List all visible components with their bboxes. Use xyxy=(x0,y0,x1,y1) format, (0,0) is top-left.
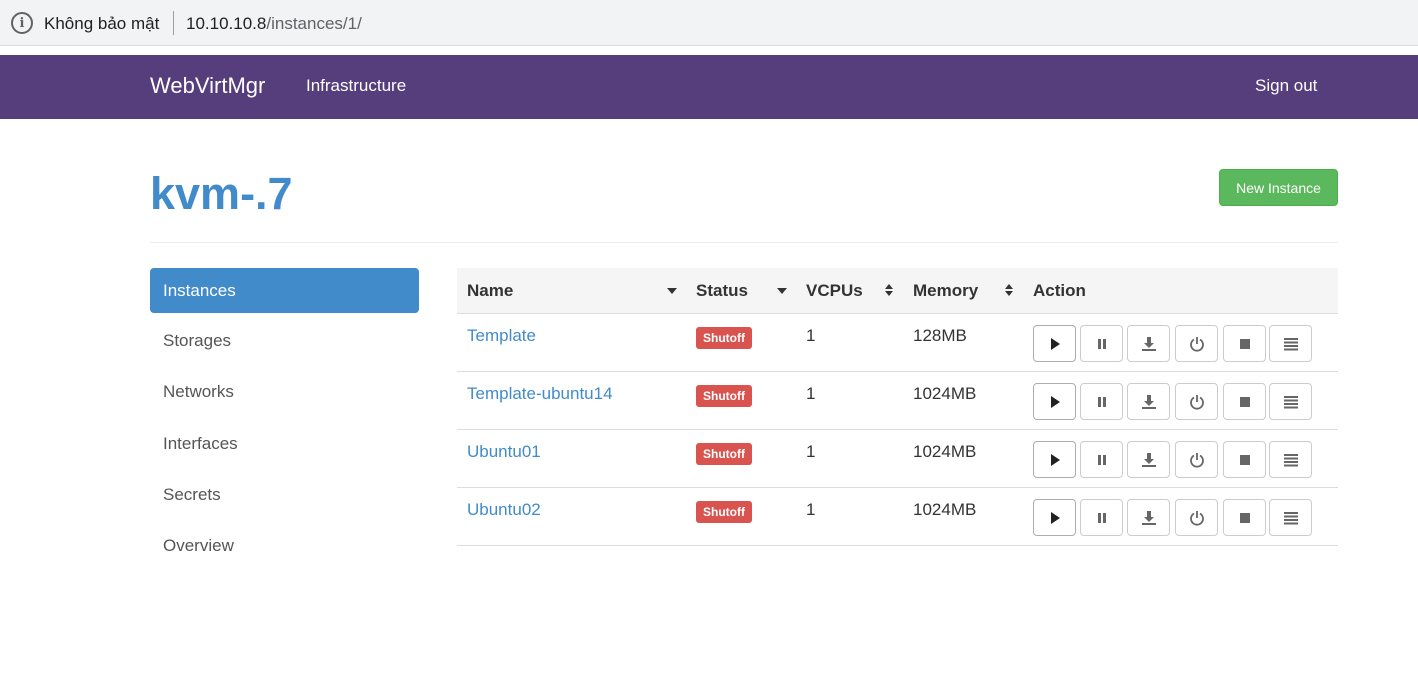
sidebar-item-interfaces[interactable]: Interfaces xyxy=(150,421,419,466)
status-badge: Shutoff xyxy=(696,385,752,407)
power-button[interactable] xyxy=(1175,499,1218,536)
download-button[interactable] xyxy=(1127,441,1170,478)
page-title: kvm-.7 xyxy=(150,168,293,219)
pause-button[interactable] xyxy=(1080,383,1123,420)
info-icon[interactable]: i xyxy=(11,12,33,34)
stop-button[interactable] xyxy=(1223,383,1266,420)
browser-address-bar: i Không bảo mật 10.10.10.8/instances/1/ xyxy=(0,0,1418,46)
power-icon xyxy=(1189,510,1205,526)
stop-icon xyxy=(1239,396,1251,408)
download-button[interactable] xyxy=(1127,499,1170,536)
download-button[interactable] xyxy=(1127,383,1170,420)
power-icon xyxy=(1189,452,1205,468)
url-path: /instances/1/ xyxy=(266,14,362,33)
list-button[interactable] xyxy=(1269,441,1312,478)
play-icon xyxy=(1048,337,1062,351)
vcpus-value: 1 xyxy=(806,442,816,461)
column-header-memory[interactable]: Memory xyxy=(913,281,978,301)
download-icon xyxy=(1141,510,1157,526)
instance-name-link[interactable]: Template xyxy=(467,326,536,346)
list-button[interactable] xyxy=(1269,383,1312,420)
table-row: Ubuntu02 Shutoff 1 1024MB xyxy=(457,488,1338,546)
address-separator xyxy=(173,11,174,35)
column-header-action: Action xyxy=(1033,281,1086,300)
memory-value: 1024MB xyxy=(913,500,977,519)
power-button[interactable] xyxy=(1175,325,1218,362)
play-button[interactable] xyxy=(1033,325,1076,362)
pause-button[interactable] xyxy=(1080,499,1123,536)
stop-button[interactable] xyxy=(1223,325,1266,362)
pause-button[interactable] xyxy=(1080,325,1123,362)
pause-icon xyxy=(1096,454,1108,466)
column-header-vcpus[interactable]: VCPUs xyxy=(806,281,863,301)
nav-link-infrastructure[interactable]: Infrastructure xyxy=(306,76,406,96)
sort-caret-icon[interactable] xyxy=(667,288,677,294)
vcpus-value: 1 xyxy=(806,500,816,519)
memory-value: 1024MB xyxy=(913,442,977,461)
vcpus-value: 1 xyxy=(806,326,816,345)
header-divider xyxy=(150,242,1338,243)
table-row: Ubuntu01 Shutoff 1 1024MB xyxy=(457,430,1338,488)
stop-icon xyxy=(1239,512,1251,524)
list-button[interactable] xyxy=(1269,325,1312,362)
pause-icon xyxy=(1096,396,1108,408)
top-navbar: WebVirtMgr Infrastructure Sign out xyxy=(0,55,1418,119)
sign-out-link[interactable]: Sign out xyxy=(1255,76,1317,96)
play-icon xyxy=(1048,511,1062,525)
sort-caret-icon[interactable] xyxy=(777,288,787,294)
stop-button[interactable] xyxy=(1223,441,1266,478)
list-button[interactable] xyxy=(1269,499,1312,536)
list-icon xyxy=(1283,337,1299,351)
sidebar-item-overview[interactable]: Overview xyxy=(150,523,419,568)
pause-icon xyxy=(1096,512,1108,524)
power-icon xyxy=(1189,394,1205,410)
play-icon xyxy=(1048,453,1062,467)
download-button[interactable] xyxy=(1127,325,1170,362)
brand-link[interactable]: WebVirtMgr xyxy=(150,73,265,99)
power-button[interactable] xyxy=(1175,441,1218,478)
power-button[interactable] xyxy=(1175,383,1218,420)
sidebar-item-secrets[interactable]: Secrets xyxy=(150,472,419,517)
table-row: Template-ubuntu14 Shutoff 1 1024MB xyxy=(457,372,1338,430)
url-host: 10.10.10.8 xyxy=(186,14,267,33)
url-field[interactable]: 10.10.10.8/instances/1/ xyxy=(186,14,362,34)
table-row: Template Shutoff 1 128MB xyxy=(457,314,1338,372)
play-button[interactable] xyxy=(1033,383,1076,420)
download-icon xyxy=(1141,452,1157,468)
list-icon xyxy=(1283,511,1299,525)
new-instance-button[interactable]: New Instance xyxy=(1219,169,1338,206)
instances-table-header: Name Status VCPUs Memory Action xyxy=(457,268,1338,314)
power-icon xyxy=(1189,336,1205,352)
status-badge: Shutoff xyxy=(696,327,752,349)
download-icon xyxy=(1141,394,1157,410)
status-badge: Shutoff xyxy=(696,443,752,465)
stop-icon xyxy=(1239,454,1251,466)
stop-icon xyxy=(1239,338,1251,350)
status-badge: Shutoff xyxy=(696,501,752,523)
sidebar-item-networks[interactable]: Networks xyxy=(150,369,419,414)
pause-button[interactable] xyxy=(1080,441,1123,478)
sort-icon[interactable] xyxy=(885,284,893,297)
instance-name-link[interactable]: Ubuntu02 xyxy=(467,500,541,520)
column-header-status[interactable]: Status xyxy=(696,281,748,301)
sidebar-item-storages[interactable]: Storages xyxy=(150,318,419,363)
play-button[interactable] xyxy=(1033,499,1076,536)
column-header-name[interactable]: Name xyxy=(467,281,513,301)
download-icon xyxy=(1141,336,1157,352)
security-label[interactable]: Không bảo mật xyxy=(44,14,159,34)
sidebar-item-instances[interactable]: Instances xyxy=(150,268,419,313)
play-icon xyxy=(1048,395,1062,409)
sort-icon[interactable] xyxy=(1005,284,1013,297)
list-icon xyxy=(1283,395,1299,409)
play-button[interactable] xyxy=(1033,441,1076,478)
pause-icon xyxy=(1096,338,1108,350)
vcpus-value: 1 xyxy=(806,384,816,403)
memory-value: 1024MB xyxy=(913,384,977,403)
list-icon xyxy=(1283,453,1299,467)
stop-button[interactable] xyxy=(1223,499,1266,536)
memory-value: 128MB xyxy=(913,326,967,345)
instance-name-link[interactable]: Template-ubuntu14 xyxy=(467,384,613,404)
instance-name-link[interactable]: Ubuntu01 xyxy=(467,442,541,462)
